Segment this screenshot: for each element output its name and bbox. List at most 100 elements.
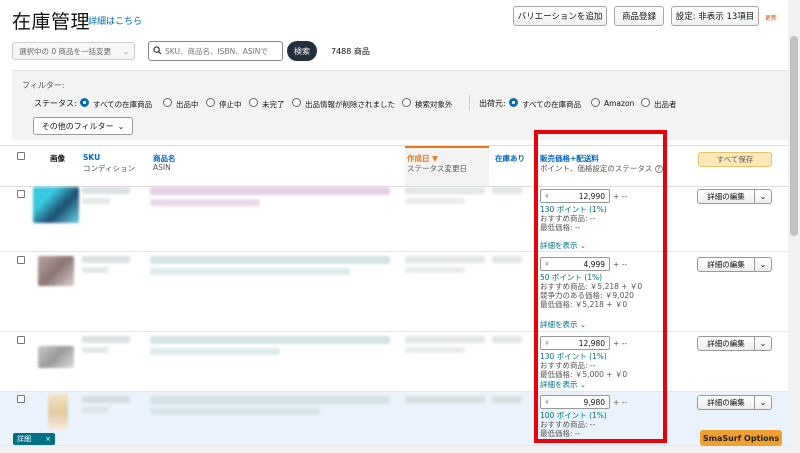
chevron-down-icon[interactable]: ⌄ (755, 190, 771, 203)
created-date (405, 187, 485, 194)
row-checkbox[interactable] (17, 190, 25, 198)
chevron-down-icon[interactable]: ⌄ (755, 396, 771, 409)
channel-option-amazon: Amazon (604, 99, 635, 108)
status-label: ステータス: (34, 99, 77, 108)
edit-detail-button[interactable]: 詳細の編集 ⌄ (697, 257, 772, 272)
edit-detail-label: 詳細の編集 (698, 190, 755, 203)
product-name-text[interactable] (150, 187, 390, 195)
product-image[interactable] (33, 187, 79, 223)
filter-divider (469, 95, 470, 111)
col-stock[interactable]: 在庫あり (495, 153, 525, 164)
search-input[interactable]: SKU、商品名、ISBN、ASINで (148, 41, 283, 61)
scrollbar-thumb[interactable] (790, 36, 798, 236)
row-checkbox[interactable] (17, 336, 25, 344)
detail-tag[interactable]: 詳細 × (13, 433, 55, 445)
edit-detail-label: 詳細の編集 (698, 258, 755, 271)
product-image[interactable] (38, 346, 74, 368)
row-checkbox[interactable] (17, 256, 25, 264)
stock-value (492, 336, 522, 343)
table-row: ¥9,980 + -- 100 ポイント (1%) おすすめ商品: -- 最低価… (0, 392, 800, 446)
status-option-deleted: 出品情報が削除されました (305, 100, 395, 109)
more-filters-button[interactable]: その他のフィルター ⌄ (33, 117, 133, 135)
channel-option-seller: 出品者 (654, 100, 677, 109)
status-radio-all[interactable] (80, 98, 89, 107)
update-link[interactable]: 更新 (765, 13, 777, 22)
search-placeholder: SKU、商品名、ISBN、ASINで (165, 46, 268, 56)
product-name-text-2[interactable] (150, 348, 280, 355)
bulk-action-select[interactable]: 選択中の 0 商品を一括変更 ⌄ (12, 42, 135, 60)
condition-text (82, 267, 108, 273)
horizontal-scrollbar[interactable] (0, 446, 788, 453)
search-button[interactable]: 検索 (287, 41, 317, 61)
detail-link[interactable]: 詳細はこちら (88, 14, 142, 27)
table-row: ¥12,980 + -- 130 ポイント (1%) おすすめ商品: -- 最低… (0, 332, 800, 392)
col-condition: コンディション (83, 164, 135, 173)
detail-tag-label: 詳細 (17, 435, 31, 443)
condition-text (82, 347, 108, 353)
col-asin: ASIN (153, 163, 171, 172)
sku-text[interactable] (82, 336, 130, 343)
status-date (405, 267, 465, 273)
product-name-text-2[interactable] (150, 199, 260, 206)
price-column-highlight-box (534, 130, 667, 443)
chevron-down-icon[interactable]: ⌄ (755, 258, 771, 271)
register-product-button[interactable]: 商品登録 (614, 6, 664, 26)
edit-detail-label: 詳細の編集 (698, 337, 755, 350)
chevron-down-icon: ⌄ (117, 121, 125, 131)
filter-label: フィルター: (22, 81, 65, 90)
col-image: 画像 (50, 154, 65, 163)
status-option-excluded: 検索対象外 (415, 100, 453, 109)
stock-value (492, 396, 522, 403)
status-date (405, 347, 465, 353)
sort-desc-icon: ▼ (432, 154, 438, 163)
edit-detail-label: 詳細の編集 (698, 396, 755, 409)
more-filters-label: その他のフィルター (41, 121, 114, 131)
select-all-checkbox[interactable] (17, 152, 25, 160)
save-all-button[interactable]: すべて保存 (698, 152, 772, 167)
created-date (405, 396, 485, 403)
stock-value (492, 256, 522, 263)
product-name-text[interactable] (150, 336, 390, 344)
sku-text[interactable] (82, 396, 130, 403)
settings-button[interactable]: 設定: 非表示 13項目 (671, 6, 759, 26)
edit-detail-button[interactable]: 詳細の編集 ⌄ (697, 336, 772, 351)
add-variation-button[interactable]: バリエーションを追加 (513, 6, 607, 26)
row-checkbox[interactable] (17, 395, 25, 403)
status-radio-excluded[interactable] (402, 98, 411, 107)
status-radio-deleted[interactable] (292, 98, 301, 107)
table-row: ¥12,990 + -- 130 ポイント (1%) おすすめ商品: -- 最低… (0, 187, 800, 252)
product-count: 7488 商品 (331, 47, 370, 56)
table-row: ¥4,999 + -- 50 ポイント (1%) おすすめ商品: ￥5,218 … (0, 252, 800, 332)
status-date (405, 198, 465, 204)
col-status-changed: ステータス変更日 (407, 164, 467, 173)
status-radio-stopped[interactable] (206, 98, 215, 107)
status-radio-incomplete[interactable] (249, 98, 258, 107)
channel-label: 出荷元: (479, 99, 506, 108)
stock-value (492, 187, 522, 194)
chevron-down-icon: ⌄ (122, 46, 129, 56)
edit-detail-button[interactable]: 詳細の編集 ⌄ (697, 395, 772, 410)
product-name-text-2[interactable] (150, 408, 320, 415)
channel-radio-seller[interactable] (641, 98, 650, 107)
product-name-text[interactable] (150, 396, 390, 404)
close-icon[interactable]: × (45, 435, 51, 443)
sku-text[interactable] (82, 187, 130, 194)
col-sku[interactable]: SKU (83, 153, 100, 162)
status-radio-active[interactable] (163, 98, 172, 107)
status-option-stopped: 停止中 (219, 100, 242, 109)
product-image[interactable] (48, 394, 68, 430)
condition-text (82, 407, 108, 413)
product-name-text[interactable] (150, 256, 390, 264)
product-image[interactable] (38, 256, 74, 286)
product-name-text-2[interactable] (150, 268, 350, 275)
channel-radio-amazon[interactable] (591, 98, 600, 107)
created-date (405, 256, 485, 263)
edit-detail-button[interactable]: 詳細の編集 ⌄ (697, 189, 772, 204)
chevron-down-icon[interactable]: ⌄ (755, 337, 771, 350)
status-option-all: すべての在庫商品 (93, 100, 153, 109)
channel-radio-all[interactable] (509, 98, 518, 107)
smasurf-options-button[interactable]: SmaSurf Options (700, 430, 782, 446)
sku-text[interactable] (82, 256, 130, 263)
status-option-incomplete: 未完了 (262, 100, 285, 109)
condition-text (82, 198, 110, 204)
